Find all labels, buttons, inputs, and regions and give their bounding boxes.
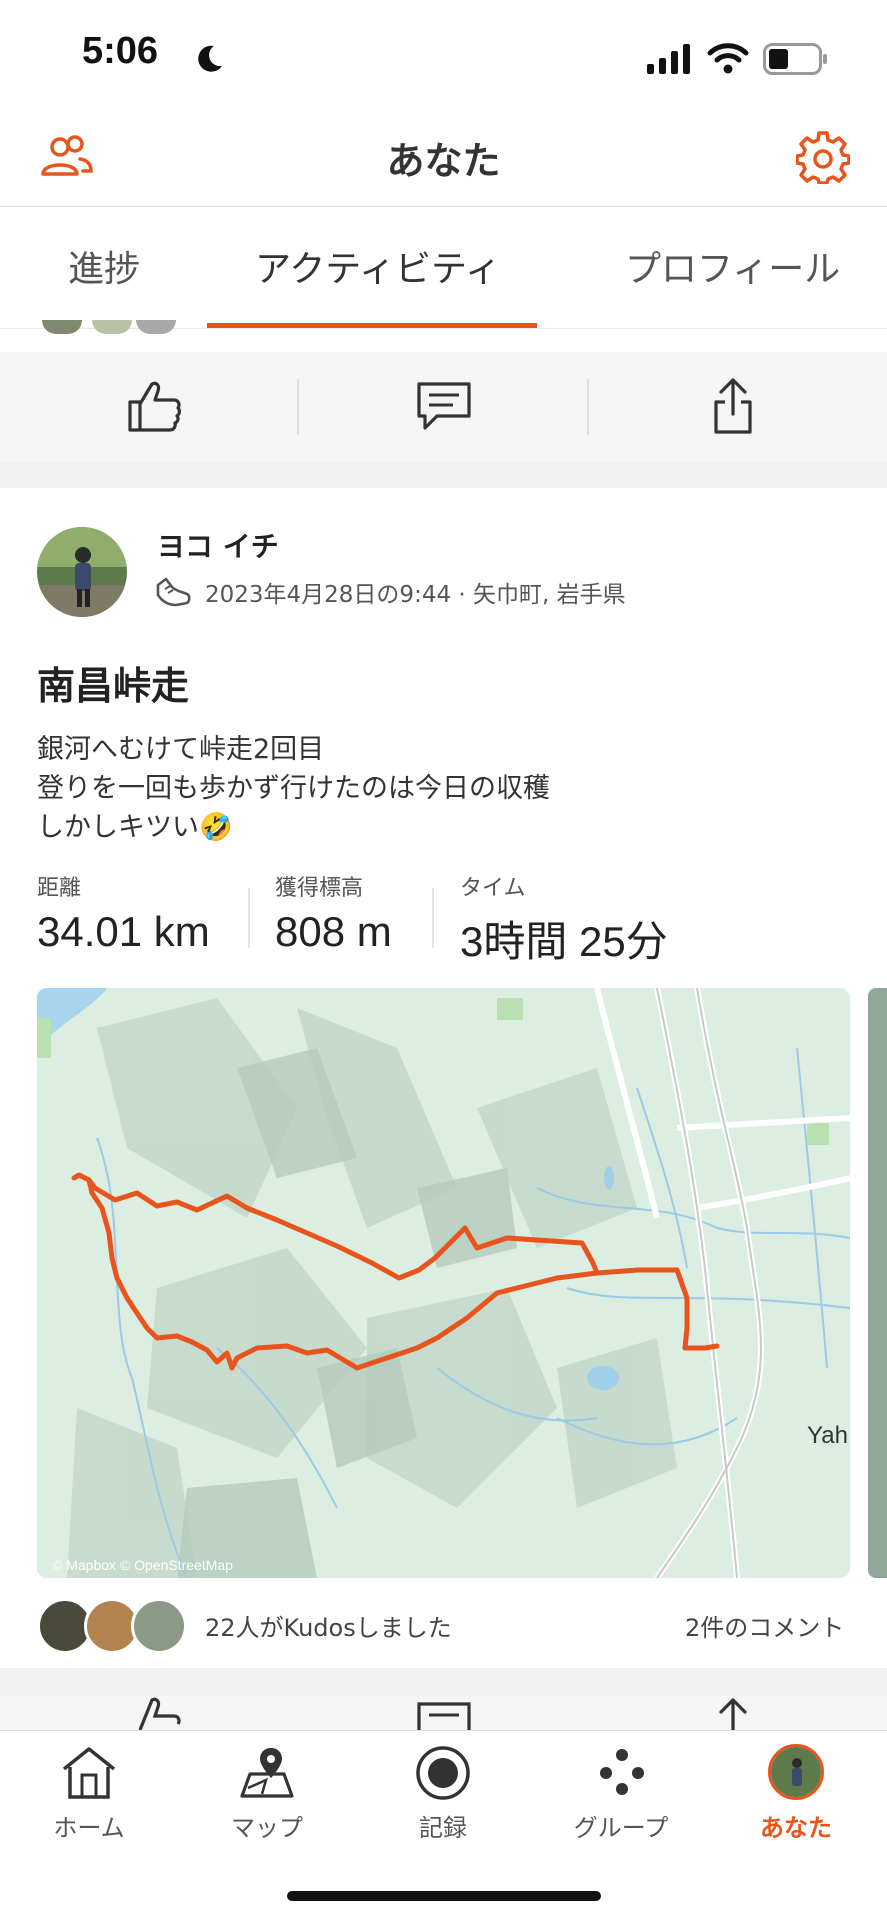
- map-attribution: © Mapbox © OpenStreetMap: [52, 1557, 233, 1573]
- activity-description-line: 銀河へむけて峠走2回目: [37, 734, 325, 765]
- stat-label-elevation: 獲得標高: [275, 876, 364, 901]
- stat-separator: [248, 888, 250, 948]
- kudos-avatar-partial: [92, 320, 132, 334]
- activity-description-line: 登りを一回も歩かず行けたのは今日の収穫: [37, 773, 550, 804]
- kudos-avatar-partial: [136, 320, 176, 334]
- athlete-name[interactable]: ヨコ イチ: [157, 525, 279, 565]
- page-title: あなた: [386, 139, 501, 183]
- record-icon[interactable]: [414, 1744, 472, 1802]
- action-separator: [297, 379, 299, 435]
- stat-label-distance: 距離: [37, 876, 82, 901]
- home-icon[interactable]: [60, 1745, 118, 1801]
- athlete-avatar[interactable]: [37, 527, 127, 617]
- stat-separator: [432, 888, 434, 948]
- status-time: 5:06: [82, 30, 159, 72]
- map-place-label: Yah: [807, 1422, 848, 1449]
- signal-icon: [647, 44, 690, 74]
- stat-label-time: タイム: [460, 876, 526, 901]
- nav-home-label[interactable]: ホーム: [14, 1808, 164, 1843]
- route-map[interactable]: © Mapbox © OpenStreetMap Yah: [37, 988, 850, 1578]
- comment-icon[interactable]: [415, 1700, 473, 1730]
- moon-icon: [198, 45, 222, 72]
- tab-profile[interactable]: プロフィール: [625, 240, 840, 292]
- tab-progress[interactable]: 進捗: [68, 240, 140, 292]
- header-divider: [0, 206, 887, 207]
- activity-date-location: 2023年4月28日の9:44 · 矢巾町, 岩手県: [205, 582, 626, 608]
- feed-spacer: [0, 462, 887, 488]
- wifi-icon: [707, 43, 749, 74]
- kudos-thumb-icon[interactable]: [126, 1694, 182, 1730]
- settings-gear-icon[interactable]: [796, 130, 850, 184]
- action-separator: [587, 379, 589, 435]
- feed-spacer: [0, 1668, 887, 1696]
- tab-activities[interactable]: アクティビティ: [255, 240, 501, 292]
- map-icon[interactable]: [238, 1744, 296, 1800]
- activity-description-line: しかしキツい🤣: [37, 812, 233, 843]
- nav-you-label[interactable]: あなた: [721, 1808, 871, 1843]
- share-icon[interactable]: [712, 376, 754, 436]
- nav-record-label[interactable]: 記録: [368, 1808, 518, 1843]
- battery-icon: [763, 43, 827, 75]
- activity-title[interactable]: 南昌峠走: [37, 655, 189, 710]
- nav-maps-label[interactable]: マップ: [192, 1808, 342, 1843]
- home-indicator: [287, 1891, 601, 1901]
- nav-you-avatar[interactable]: [768, 1744, 824, 1800]
- share-icon[interactable]: [712, 1696, 754, 1730]
- stat-value-time: 3時間 25分: [460, 918, 668, 965]
- comment-count[interactable]: 2件のコメント: [685, 1608, 844, 1643]
- nav-groups-label[interactable]: グループ: [546, 1808, 696, 1843]
- kudos-avatar: [131, 1598, 187, 1654]
- run-shoe-icon: [156, 577, 191, 607]
- kudos-count[interactable]: 22人がKudosしました: [205, 1608, 452, 1643]
- kudos-avatar-partial: [42, 320, 82, 334]
- kudos-thumb-icon[interactable]: [126, 378, 182, 434]
- comment-icon[interactable]: [415, 380, 473, 432]
- stat-value-distance: 34.01 km: [37, 908, 210, 955]
- groups-icon[interactable]: [594, 1746, 650, 1798]
- tabs-divider: [0, 328, 887, 329]
- stat-value-elevation: 808 m: [275, 908, 392, 955]
- next-photo-peek[interactable]: [868, 988, 887, 1578]
